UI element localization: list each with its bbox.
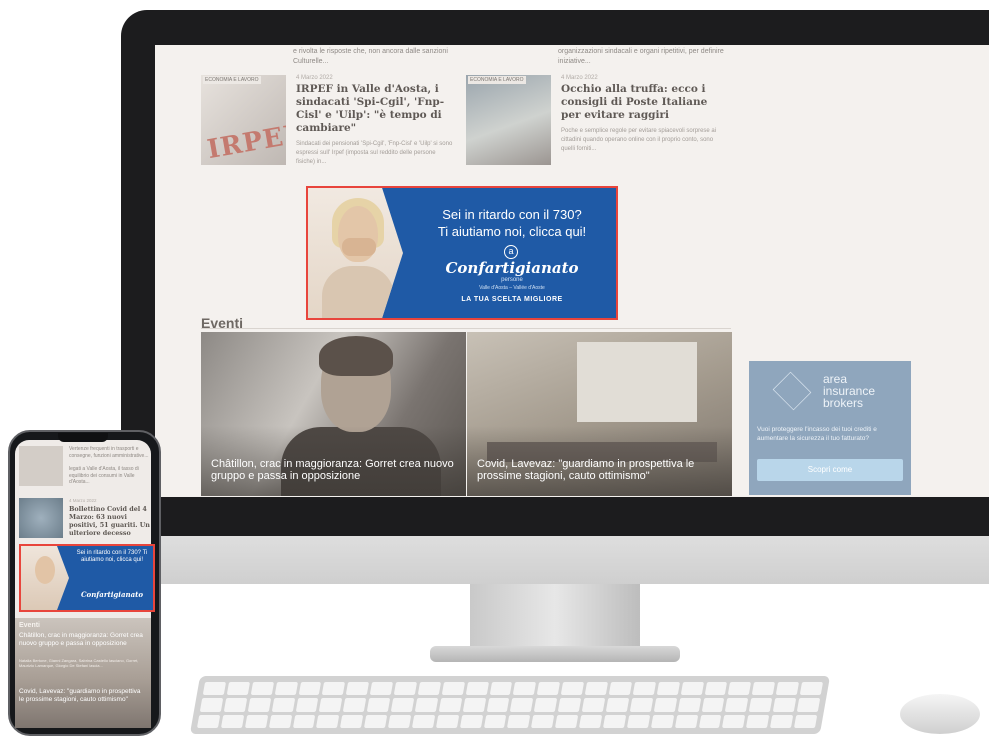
phone-thumbnail[interactable] — [19, 498, 63, 538]
article-card-irpef[interactable]: ECONOMIA E LAVORO IRPEF 4 Marzo 2022 IRP… — [201, 75, 452, 190]
ad-tagline: LA TUA SCELTA MIGLIORE — [461, 296, 563, 303]
phone-ad-headline: Sei in ritardo con il 730? Ti aiutiamo n… — [76, 550, 148, 563]
phone-article-text: 4 Marzo 2022 Bollettino Covid del 4 Marz… — [69, 498, 151, 537]
phone-event-excerpt-1: Natalia Bertone, Gianni Zangara, Sabrina… — [19, 658, 139, 668]
ph-ad-face — [35, 556, 55, 584]
event-card-covid[interactable]: Covid, Lavevaz: "guardiamo in prospettiv… — [467, 332, 732, 496]
monitor-stand-base — [430, 646, 680, 662]
phone-snippet-text-2: legati a Valle d'Aosta, il tasso di equi… — [69, 466, 139, 485]
ad-headline: Sei in ritardo con il 730? Ti aiutiamo n… — [408, 206, 616, 240]
event-photo-projection — [577, 342, 697, 422]
phone-notch — [58, 433, 108, 442]
ad-region: Valle d'Aosta – Vallée d'Aoste — [479, 285, 545, 291]
ad-headline-line-1: Sei in ritardo con il 730? — [442, 207, 582, 222]
insurance-cta-button[interactable]: Scopri come — [757, 459, 903, 481]
confartigianato-ad-banner[interactable]: Sei in ritardo con il 730? Ti aiutiamo n… — [306, 186, 618, 320]
article-date: 4 Marzo 2022 — [296, 75, 333, 81]
article-date: 4 Marzo 2022 — [561, 75, 598, 81]
article-title[interactable]: IRPEF in Valle d'Aosta, i sindacati 'Spi… — [296, 83, 456, 135]
monitor-stand — [470, 584, 640, 650]
event-title[interactable]: Covid, Lavevaz: "guardiamo in prospettiv… — [477, 458, 724, 482]
phone-thumbnail — [19, 446, 63, 486]
ad-photo-hands — [342, 238, 376, 256]
insurance-brand-name: area insurance brokers — [823, 373, 875, 409]
event-title[interactable]: Châtillon, crac in maggioranza: Gorret c… — [211, 458, 458, 482]
article-excerpt: Poche e semplice regole per evitare spia… — [561, 128, 717, 152]
ph-ad-photo — [21, 546, 69, 610]
ad-photo — [308, 188, 403, 318]
ad-headline-line-2: Ti aiutiamo noi, clicca qui! — [437, 224, 587, 239]
category-tag: ECONOMIA E LAVORO — [468, 76, 526, 84]
event-card-chatillon[interactable]: Châtillon, crac in maggioranza: Gorret c… — [201, 332, 466, 496]
monitor-chin — [121, 536, 989, 584]
top-snippet-right: organizzazioni sindacali e organi ripeti… — [558, 48, 724, 65]
phone-event-title-1[interactable]: Châtillon, crac in maggioranza: Gorret c… — [19, 632, 145, 647]
insurance-ad-text: Vuoi proteggere l'incasso dei tuoi credi… — [757, 426, 877, 442]
article-title[interactable]: Occhio alla truffa: ecco i consigli di P… — [561, 83, 721, 122]
thumbnail-lettering: IRPEF — [205, 118, 286, 165]
article-thumbnail[interactable]: ECONOMIA E LAVORO — [466, 75, 551, 165]
insurance-name-line-3: brokers — [823, 396, 864, 410]
desktop-screen: e rivolta le risposte che, non ancora da… — [155, 45, 989, 497]
article-thumbnail[interactable]: ECONOMIA E LAVORO IRPEF — [201, 75, 286, 165]
section-divider — [201, 328, 731, 329]
phone-section-title: Eventi — [19, 622, 41, 629]
mouse — [900, 694, 980, 734]
event-photo-hair — [319, 336, 393, 376]
phone-ad-brand: Confartigianato — [80, 590, 144, 599]
article-card-poste[interactable]: ECONOMIA E LAVORO 4 Marzo 2022 Occhio al… — [466, 75, 716, 190]
ad-brand-sub: persone — [501, 277, 523, 283]
phone-article-title[interactable]: Bollettino Covid del 4 Marzo: 63 nuovi p… — [69, 505, 151, 537]
phone-snippet-text: Vertenze frequenti in trasporti e conseg… — [69, 446, 149, 459]
ad-photo-body — [322, 266, 394, 318]
insurance-logo-icon — [772, 371, 812, 411]
keyboard — [189, 676, 831, 734]
area-insurance-brokers-ad[interactable]: area insurance brokers Vuoi proteggere l… — [749, 361, 911, 495]
brand-emblem-icon: a — [504, 245, 518, 259]
phone-events-section: Eventi Châtillon, crac in maggioranza: G… — [15, 618, 151, 728]
category-tag: ECONOMIA E LAVORO — [203, 76, 261, 84]
article-excerpt: Sindacati dei pensionati 'Spi-Cgil', 'Fn… — [296, 141, 453, 165]
phone-event-title-2[interactable]: Covid, Lavevaz: "guardiamo in prospettiv… — [19, 688, 145, 703]
top-snippet-left: e rivolta le risposte che, non ancora da… — [293, 48, 448, 65]
phone-ad-banner[interactable]: Sei in ritardo con il 730? Ti aiutiamo n… — [19, 544, 155, 612]
ad-brand-logo: Confartigianato — [445, 259, 579, 277]
